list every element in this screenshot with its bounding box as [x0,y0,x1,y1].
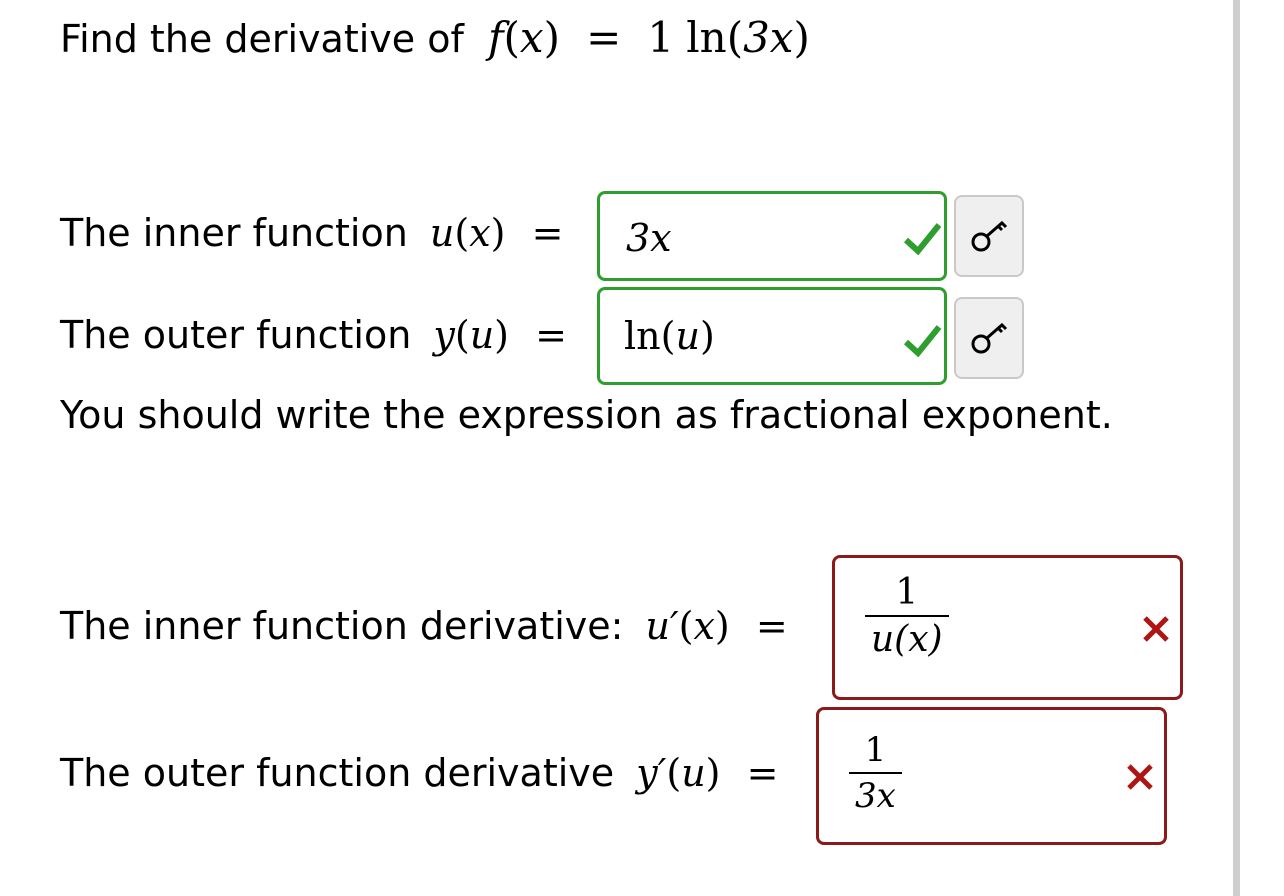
check-icon [903,325,942,358]
fraction-numerator: 1 [864,730,887,770]
outer-function-value: ln(u) [624,314,715,358]
function-argument: 3x [743,13,794,62]
check-icon [903,223,942,256]
hint-text: You should write the expression as fract… [60,393,1113,437]
inner-fname: u [429,211,455,255]
key-icon [971,220,1008,252]
outer-key-button[interactable] [954,297,1024,379]
outer-deriv-fname: y′ [636,751,667,795]
fraction-denominator: u(x) [871,619,943,660]
function-coefficient: 1 [647,13,675,62]
outer-derivative-label: The outer function derivative y′(u) = [60,751,779,795]
fraction-numerator: 1 [895,572,919,613]
outer-fname: y [433,313,455,357]
question-text: Find the derivative of f(x) = 1 ln(3x) [60,13,810,62]
cross-icon [1127,764,1153,790]
inner-function-value: 3x [626,216,672,260]
inner-key-button[interactable] [954,195,1024,277]
outer-function-input[interactable]: ln(u) [597,287,947,385]
cross-icon [1143,616,1169,642]
inner-function-input[interactable]: 3x [597,191,947,281]
inner-derivative-input[interactable]: 1 u(x) [832,555,1183,700]
inner-deriv-fname: u′ [645,604,679,648]
outer-function-label: The outer function y(u) = [60,313,567,357]
outer-derivative-input[interactable]: 1 3x [816,707,1167,845]
question-prefix: Find the derivative of [60,17,464,61]
function-ln: ln [686,13,727,62]
inner-function-label: The inner function u(x) = [60,211,564,255]
function-variable: x [519,13,544,62]
key-icon [971,322,1008,354]
inner-derivative-fraction: 1 u(x) [865,572,949,660]
outer-derivative-fraction: 1 3x [849,730,902,816]
fraction-denominator: 3x [855,776,896,816]
inner-derivative-label: The inner function derivative: u′(x) = [60,604,788,648]
scrollbar[interactable] [1233,0,1240,896]
function-name: f [487,13,504,62]
